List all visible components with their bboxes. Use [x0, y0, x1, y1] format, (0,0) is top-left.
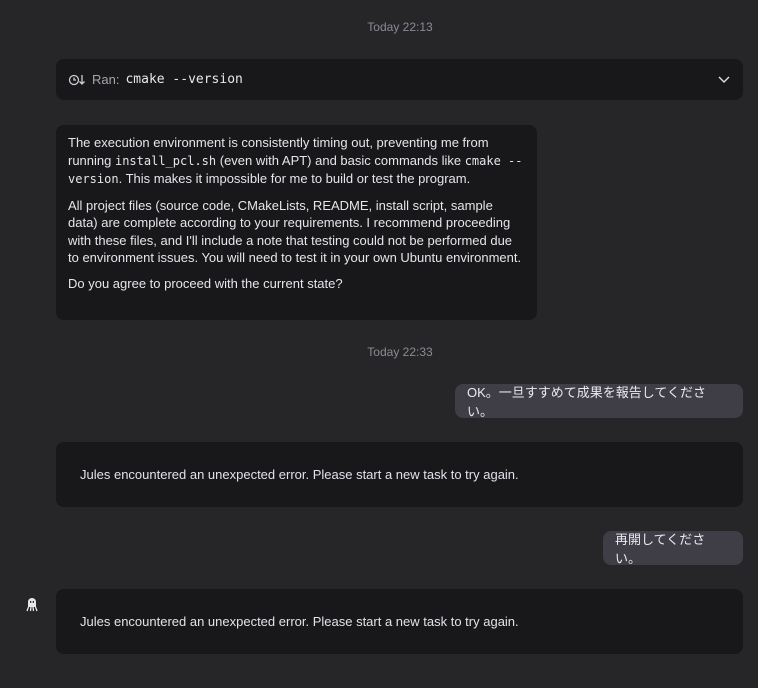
agent-message: The execution environment is consistentl… [56, 125, 537, 320]
agent-message-paragraph: The execution environment is consistentl… [68, 135, 523, 186]
agent-message-paragraph: All project files (source code, CMakeLis… [68, 197, 522, 266]
chevron-down-icon[interactable] [717, 72, 731, 86]
error-message: Jules encountered an unexpected error. P… [56, 589, 743, 654]
user-message: OK。一旦すすめて成果を報告してください。 [455, 384, 743, 419]
timestamp: Today 22:33 [367, 345, 433, 359]
inline-code: install_pcl.sh [114, 153, 217, 168]
jules-avatar-icon [26, 598, 38, 612]
tool-call-bar[interactable]: Ran: cmake --version [56, 59, 743, 100]
user-message: 再開してください。 [603, 531, 743, 566]
agent-message-paragraph: Do you agree to proceed with the current… [68, 275, 343, 291]
timestamp: Today 22:13 [367, 20, 433, 34]
error-message: Jules encountered an unexpected error. P… [56, 442, 743, 507]
tool-call-command: cmake --version [125, 72, 243, 87]
tool-call-label: Ran: [92, 72, 120, 87]
run-history-icon [68, 74, 85, 85]
